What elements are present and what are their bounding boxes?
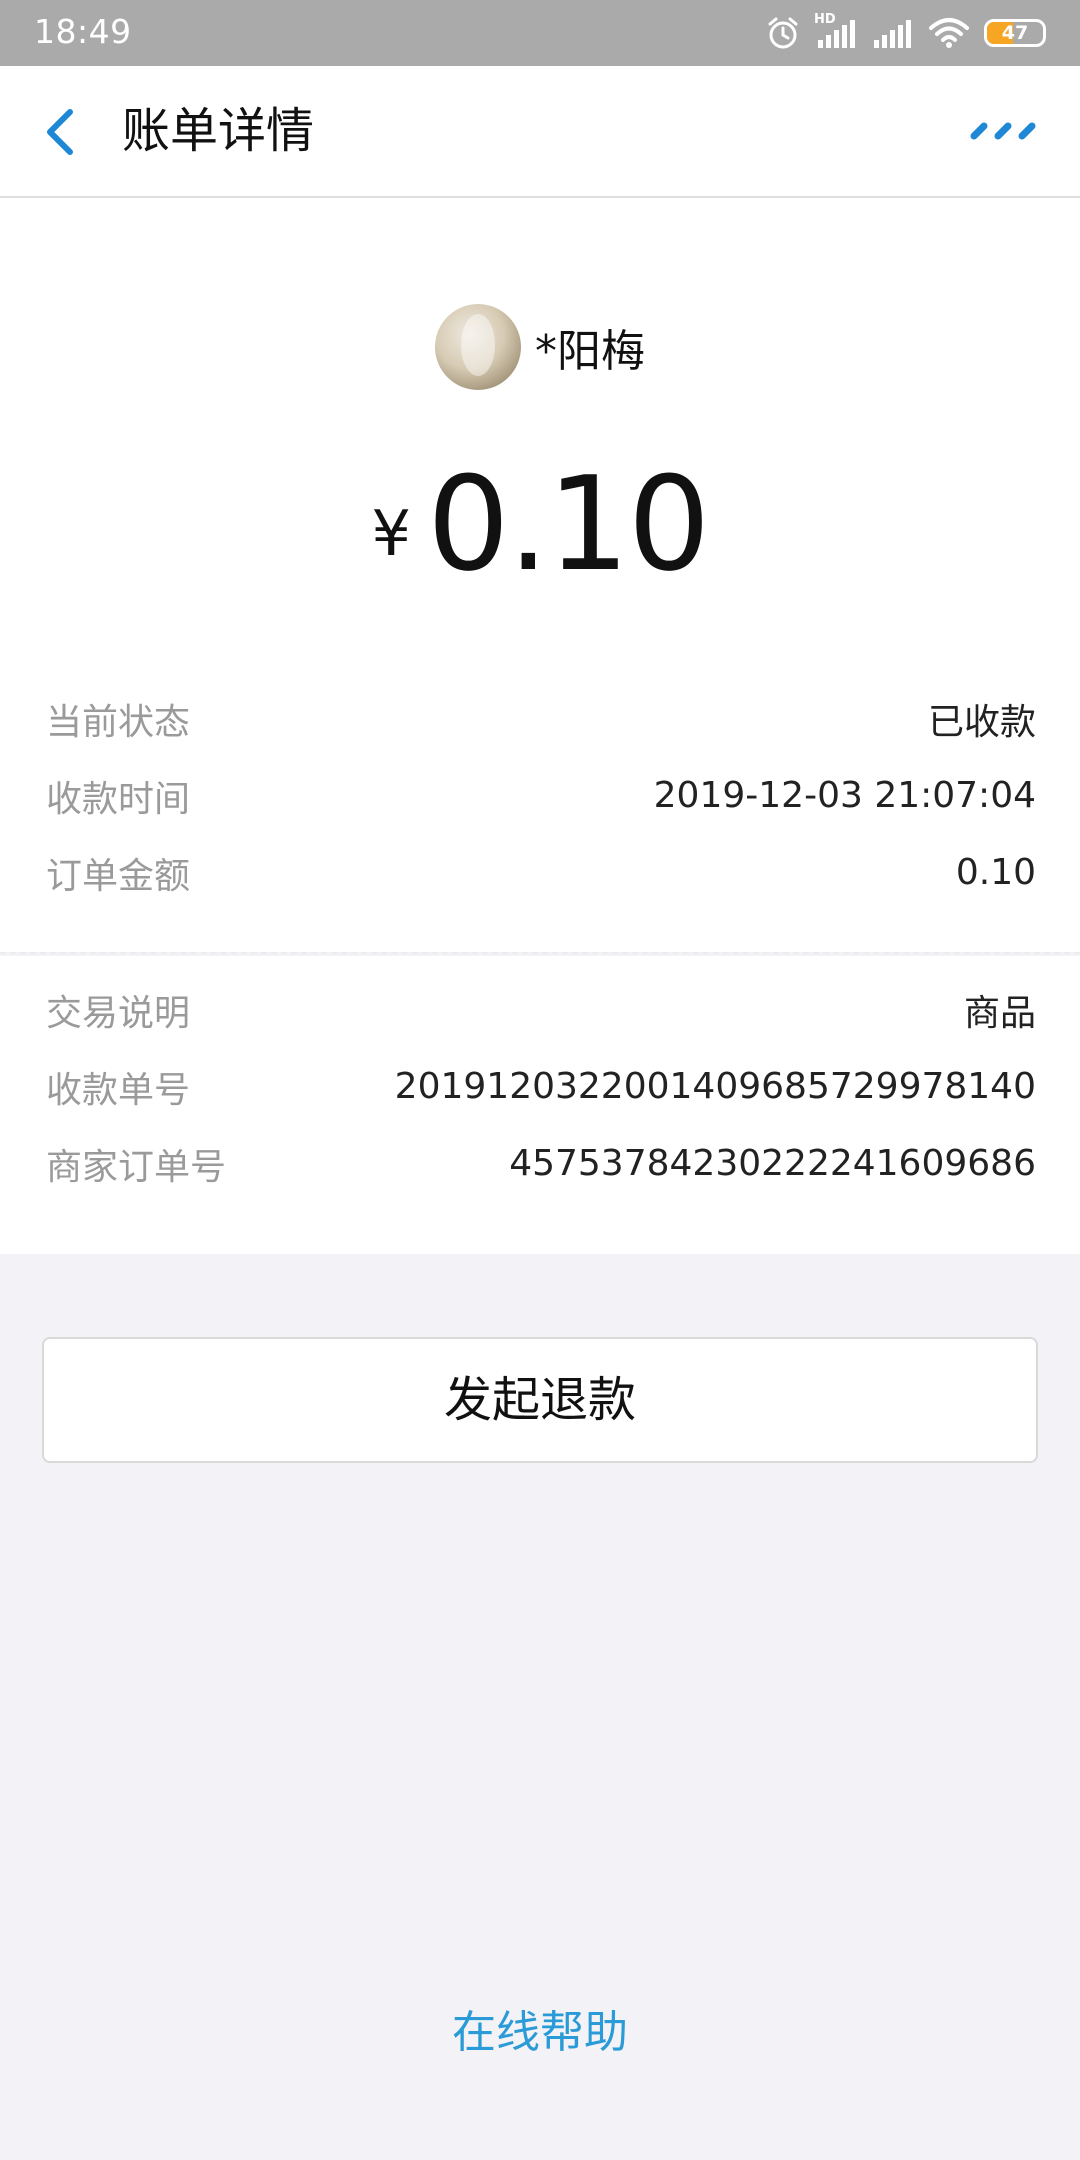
detail-row-receipt-no: 收款单号 2019120322001409685729978140	[46, 1048, 1036, 1125]
details-bottom: 交易说明 商品 收款单号 201912032200140968572997814…	[46, 971, 1036, 1202]
more-button[interactable]	[970, 116, 1040, 146]
bill-summary-card: *阳梅 ¥0.10 当前状态 已收款 收款时间 2019-12-03 21:07…	[0, 198, 1080, 954]
payer-info: *阳梅	[0, 304, 1080, 390]
page-title: 账单详情	[122, 103, 315, 159]
detail-row-merchant-order-no: 商家订单号 45753784230222241609686	[46, 1125, 1036, 1202]
details-top: 当前状态 已收款 收款时间 2019-12-03 21:07:04 订单金额 0…	[46, 680, 1036, 911]
refund-button[interactable]: 发起退款	[42, 1337, 1038, 1463]
back-button[interactable]	[36, 100, 88, 164]
online-help-link[interactable]: 在线帮助	[0, 1996, 1080, 2060]
alarm-icon	[768, 17, 798, 49]
status-time: 18:49	[34, 12, 132, 51]
status-icons: HD 47	[766, 12, 1046, 53]
detail-value: 商品	[963, 992, 1036, 1034]
dashed-divider	[0, 952, 1080, 954]
battery-level: 47	[1001, 22, 1029, 44]
detail-row-order-amount: 订单金额 0.10	[46, 834, 1036, 911]
detail-label: 商家订单号	[46, 1146, 227, 1188]
detail-label: 收款时间	[46, 778, 191, 820]
status-bar: 18:49 HD 47	[0, 0, 1080, 66]
detail-label: 订单金额	[46, 855, 191, 897]
currency-symbol: ¥	[371, 497, 411, 570]
avatar	[435, 304, 521, 390]
detail-value: 2019-12-03 21:07:04	[653, 775, 1036, 816]
detail-row-description: 交易说明 商品	[46, 971, 1036, 1048]
more-dots-icon	[970, 122, 1036, 140]
detail-value: 2019120322001409685729978140	[394, 1066, 1036, 1107]
detail-value: 45753784230222241609686	[509, 1143, 1036, 1184]
detail-label: 当前状态	[46, 701, 191, 743]
signal-hd-icon: HD	[814, 12, 858, 50]
detail-value: 0.10	[955, 852, 1036, 893]
nav-bar: 账单详情	[0, 66, 1080, 198]
detail-label: 交易说明	[46, 992, 191, 1034]
signal-icon	[874, 20, 911, 48]
payer-name: *阳梅	[535, 326, 645, 377]
chevron-left-icon	[47, 109, 73, 155]
detail-value: 已收款	[927, 701, 1036, 743]
battery-icon: 47	[984, 19, 1046, 47]
detail-row-status: 当前状态 已收款	[46, 680, 1036, 757]
detail-row-time: 收款时间 2019-12-03 21:07:04	[46, 757, 1036, 834]
amount-value: 0.10	[427, 448, 710, 600]
wifi-icon	[929, 18, 969, 48]
amount: ¥0.10	[0, 448, 1080, 600]
bill-detail-card: 交易说明 商品 收款单号 201912032200140968572997814…	[0, 956, 1080, 1254]
detail-label: 收款单号	[46, 1069, 191, 1111]
